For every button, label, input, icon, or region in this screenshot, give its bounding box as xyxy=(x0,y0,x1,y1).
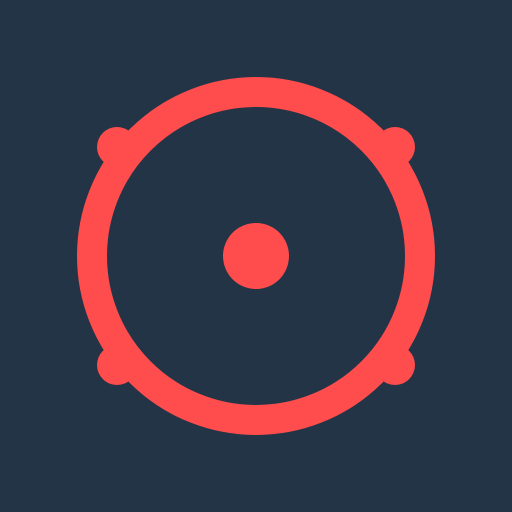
corner-knob-top-right xyxy=(375,127,415,167)
icon-canvas xyxy=(0,0,512,512)
center-dot xyxy=(223,223,289,289)
target-icon xyxy=(0,0,512,512)
corner-knob-top-left xyxy=(97,127,137,167)
corner-knob-bottom-left xyxy=(97,345,137,385)
corner-knob-bottom-right xyxy=(375,345,415,385)
